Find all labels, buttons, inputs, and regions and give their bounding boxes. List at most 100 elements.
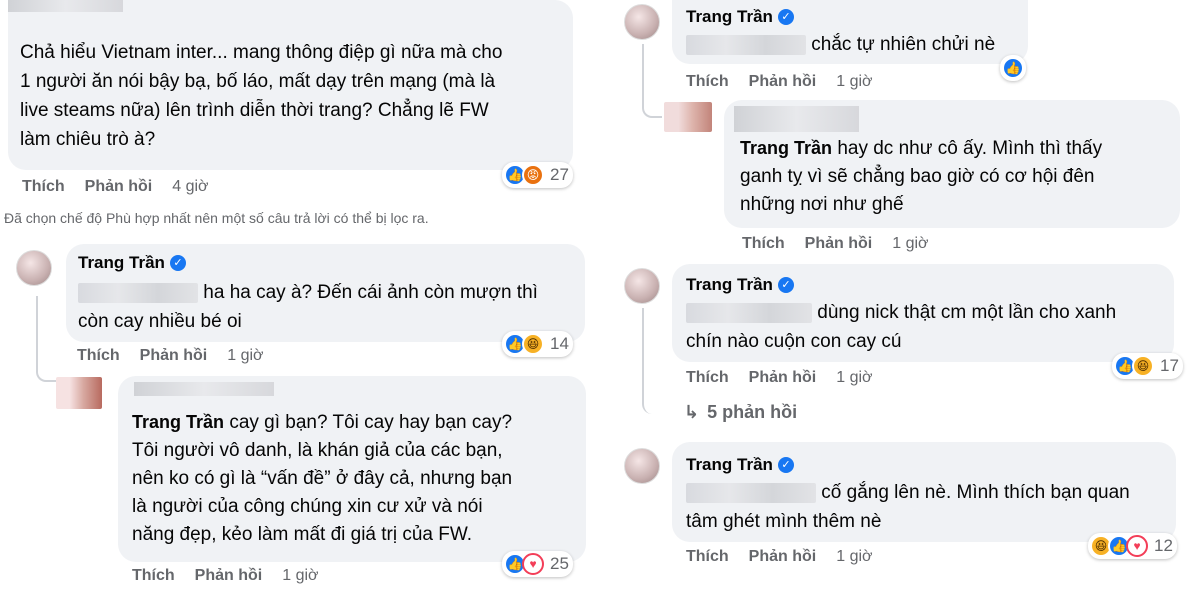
like-button[interactable]: Thích [132, 567, 175, 585]
comment-text-line: cố gắng lên nè. Mình thích bạn quan [821, 482, 1130, 503]
reaction-count: 25 [550, 554, 569, 573]
filter-note: Đã chọn chế độ Phù hợp nhất nên một số c… [4, 210, 429, 226]
redacted-name [734, 106, 859, 132]
comment-actions: Thích Phản hồi 1 giờ [77, 347, 264, 365]
reaction-summary[interactable]: 😆 👍 ♥ 12 [1088, 533, 1177, 559]
comment-bubble: Trang Trần hay dc như cô ấy. Mình thì th… [724, 100, 1180, 228]
reaction-summary[interactable]: 👍 [1000, 55, 1026, 81]
comment-bubble: Trang Trần ✓ ha ha cay à? Đến cái ảnh cò… [66, 244, 585, 342]
comment-text-line: Chả hiểu Vietnam inter... mang thông điệ… [20, 42, 503, 63]
comment-text-line: làm chiêu trò à? [20, 129, 156, 150]
reaction-count: 14 [550, 334, 569, 353]
angry-icon: 😡 [522, 164, 544, 186]
timestamp[interactable]: 1 giờ [282, 567, 318, 585]
comment-text-line: chắc tự nhiên chửi nè [811, 34, 996, 55]
redacted-mention [686, 482, 816, 503]
avatar[interactable] [624, 4, 660, 40]
like-button[interactable]: Thích [742, 235, 785, 253]
reply-button[interactable]: Phản hồi [805, 235, 873, 253]
thread-line [642, 44, 662, 118]
verified-badge-icon: ✓ [777, 277, 794, 293]
redacted-mention [686, 34, 806, 55]
avatar[interactable] [56, 377, 102, 409]
timestamp[interactable]: 1 giờ [836, 73, 872, 91]
like-button[interactable]: Thích [686, 369, 729, 387]
like-button[interactable]: Thích [686, 548, 729, 566]
comment-bubble: Chả hiểu Vietnam inter... mang thông điệ… [8, 0, 573, 170]
comment-text-line: 1 người ăn nói bậy bạ, bố láo, mất dạy t… [20, 71, 496, 92]
panel-divider [596, 0, 604, 600]
left-comments-panel: Chả hiểu Vietnam inter... mang thông điệ… [0, 0, 596, 600]
timestamp[interactable]: 1 giờ [836, 548, 872, 566]
like-icon: 👍 [1002, 57, 1024, 79]
comment-actions: Thích Phản hồi 1 giờ [686, 73, 873, 91]
timestamp[interactable]: 1 giờ [892, 235, 928, 253]
avatar[interactable] [664, 102, 712, 132]
comment-text-line: dùng nick thật cm một lần cho xanh [817, 302, 1117, 323]
reply-button[interactable]: Phản hồi [85, 178, 153, 196]
author-name[interactable]: Trang Trần [686, 274, 773, 296]
like-button[interactable]: Thích [22, 178, 65, 196]
comment-text-line: hay dc như cô ấy. Mình thì thấy [837, 138, 1103, 159]
timestamp[interactable]: 1 giờ [227, 347, 263, 365]
avatar[interactable] [624, 448, 660, 484]
comment-bubble: Trang Trần ✓ chắc tự nhiên chửi nè [672, 0, 1028, 64]
comment-actions: Thích Phản hồi 1 giờ [742, 235, 929, 253]
love-icon: ♥ [522, 553, 544, 575]
more-replies-label: 5 phản hồi [707, 402, 798, 422]
comment-text-line: nên ko có gì là “vấn đề” ở đây cả, nhưng… [132, 468, 513, 489]
redacted-mention [686, 302, 812, 323]
like-button[interactable]: Thích [77, 347, 120, 365]
thread-line [36, 296, 56, 382]
reaction-count: 12 [1154, 536, 1173, 555]
reply-button[interactable]: Phản hồi [195, 567, 263, 585]
comment-text-line: Tôi người vô danh, là khán giả của các b… [132, 440, 503, 461]
reply-arrow-icon: ↳ [684, 402, 700, 422]
comment-text-line: những nơi như ghế [740, 194, 904, 215]
comment-text-line: còn cay nhiều bé oi [78, 311, 242, 332]
comment-text-line: là người của công chúng xin cư xử và nói [132, 496, 483, 517]
reaction-summary[interactable]: 👍 😆 14 [502, 331, 573, 357]
redacted-name [8, 0, 123, 12]
verified-badge-icon: ✓ [777, 457, 794, 473]
comment-bubble: Trang Trần ✓ dùng nick thật cm một lần c… [672, 264, 1174, 362]
author-name[interactable]: Trang Trần [686, 6, 773, 28]
reaction-summary[interactable]: 👍 😡 27 [502, 162, 573, 188]
reaction-summary[interactable]: 👍 😆 17 [1112, 353, 1183, 379]
like-button[interactable]: Thích [686, 73, 729, 91]
right-comments-panel: Trang Trần ✓ chắc tự nhiên chửi nè 👍 Thí… [604, 0, 1200, 600]
thread-line [642, 308, 662, 414]
timestamp[interactable]: 1 giờ [836, 369, 872, 387]
comment-text-line: tâm ghét mình thêm nè [686, 511, 882, 532]
comment-text-line: ha ha cay à? Đến cái ảnh còn mượn thì [203, 282, 538, 303]
reaction-summary[interactable]: 👍 ♥ 25 [502, 551, 573, 577]
verified-badge-icon: ✓ [169, 255, 186, 271]
comment-text-line: chín nào cuộn con cay cú [686, 331, 902, 352]
comment-actions: Thích Phản hồi 1 giờ [686, 369, 873, 387]
avatar[interactable] [16, 250, 52, 286]
reply-button[interactable]: Phản hồi [749, 73, 817, 91]
comment-actions: Thích Phản hồi 1 giờ [132, 567, 319, 585]
author-name[interactable]: Trang Trần [740, 138, 832, 158]
reaction-count: 27 [550, 165, 569, 184]
comment-text-line: ganh tỵ vì sẽ chẳng bao giờ có cơ hội đê… [740, 166, 1095, 187]
redacted-name [134, 382, 274, 396]
reply-button[interactable]: Phản hồi [749, 369, 817, 387]
author-name[interactable]: Trang Trần [78, 252, 165, 274]
comment-bubble: Trang Trần ✓ cố gắng lên nè. Mình thích … [672, 442, 1176, 542]
love-icon: ♥ [1126, 535, 1148, 557]
redacted-mention [78, 282, 198, 303]
haha-icon: 😆 [1132, 355, 1154, 377]
reaction-count: 17 [1160, 356, 1179, 375]
view-more-replies-button[interactable]: ↳ 5 phản hồi [684, 402, 797, 423]
timestamp[interactable]: 4 giờ [172, 178, 208, 196]
avatar[interactable] [624, 268, 660, 304]
comment-actions: Thích Phản hồi 1 giờ [686, 548, 873, 566]
comment-bubble: Trang Trần cay gì bạn? Tôi cay hay bạn c… [118, 376, 586, 562]
reply-button[interactable]: Phản hồi [749, 548, 817, 566]
comment-text-line: cay gì bạn? Tôi cay hay bạn cay? [229, 412, 513, 433]
verified-badge-icon: ✓ [777, 9, 794, 25]
reply-button[interactable]: Phản hồi [140, 347, 208, 365]
author-name[interactable]: Trang Trần [132, 412, 224, 432]
author-name[interactable]: Trang Trần [686, 454, 773, 476]
